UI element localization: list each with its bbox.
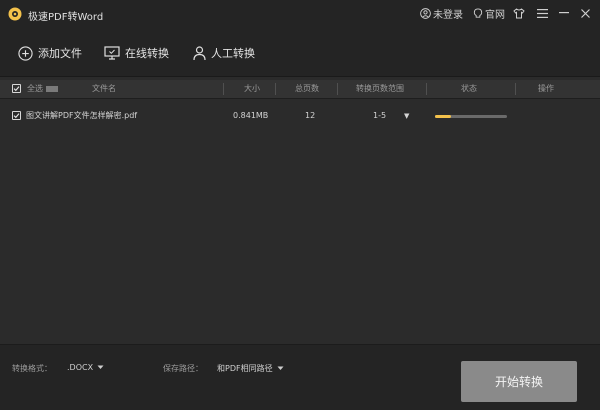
column-divider <box>337 83 338 95</box>
login-label: 未登录 <box>433 10 463 21</box>
column-divider <box>426 83 427 95</box>
table-row[interactable]: 图文讲解PDF文件怎样解密.pdf 0.841MB 12 1-5 ▼ <box>0 106 600 126</box>
add-file-button[interactable]: 添加文件 <box>18 44 82 62</box>
chevron-down-icon <box>277 366 284 370</box>
select-all-indicator <box>46 85 58 92</box>
column-header-filename: 文件名 <box>92 84 116 93</box>
close-icon <box>580 8 590 18</box>
column-header-status: 状态 <box>461 84 477 93</box>
chevron-down-icon <box>97 365 104 369</box>
column-header-size: 大小 <box>244 84 260 93</box>
select-all-label: 全选 <box>27 80 58 98</box>
row-size: 0.841MB <box>233 111 269 120</box>
add-circle-icon <box>18 45 33 61</box>
manual-convert-label: 人工转换 <box>211 47 255 60</box>
toolbar: 添加文件 在线转换 人工转换 <box>0 28 600 77</box>
select-all-checkbox[interactable] <box>12 84 21 93</box>
column-header-pages: 总页数 <box>295 84 319 93</box>
bulb-icon <box>473 8 483 18</box>
online-convert-label: 在线转换 <box>125 47 169 60</box>
monitor-icon <box>104 46 120 60</box>
online-convert-button[interactable]: 在线转换 <box>104 44 169 62</box>
row-pages: 12 <box>305 111 316 120</box>
app-logo-icon <box>8 7 22 21</box>
row-filename: 图文讲解PDF文件怎样解密.pdf <box>26 111 138 120</box>
page-range-dropdown-icon[interactable]: ▼ <box>404 106 409 126</box>
menu-icon <box>536 8 548 18</box>
column-header-actions: 操作 <box>538 84 554 93</box>
minimize-icon <box>559 12 569 14</box>
add-file-label: 添加文件 <box>38 47 82 60</box>
check-icon <box>13 113 20 119</box>
column-divider <box>515 83 516 95</box>
login-button[interactable]: 未登录 <box>420 6 463 21</box>
person-icon <box>193 45 206 60</box>
start-convert-button[interactable]: 开始转换 <box>461 361 577 402</box>
footer-bar: 转换格式： .DOCX 保存路径： 和PDF相同路径 开始转换 <box>0 344 600 410</box>
skin-button[interactable] <box>511 5 527 21</box>
file-table-header: 全选 文件名 大小 总页数 转换页数范围 状态 操作 <box>0 80 600 99</box>
row-progress-bar <box>435 115 507 118</box>
column-divider <box>223 83 224 95</box>
close-button[interactable] <box>577 5 593 21</box>
format-select[interactable]: .DOCX <box>67 363 104 372</box>
save-path-label: 保存路径： <box>163 364 203 373</box>
shirt-icon <box>513 7 525 18</box>
save-path-select[interactable]: 和PDF相同路径 <box>217 363 284 374</box>
check-icon <box>13 86 20 92</box>
row-progress-fill <box>435 115 451 118</box>
manual-convert-button[interactable]: 人工转换 <box>193 44 255 62</box>
website-button[interactable]: 官网 <box>473 6 505 21</box>
format-label: 转换格式： <box>12 364 52 373</box>
row-checkbox[interactable] <box>12 111 21 120</box>
column-header-page-range: 转换页数范围 <box>356 84 404 93</box>
app-title: 极速PDF转Word <box>28 12 104 23</box>
title-bar: 极速PDF转Word 未登录 官网 <box>0 0 600 28</box>
column-divider <box>275 83 276 95</box>
menu-button[interactable] <box>534 5 550 21</box>
user-icon <box>420 8 431 19</box>
minimize-button[interactable] <box>556 5 572 21</box>
row-page-range[interactable]: 1-5 <box>373 106 386 126</box>
website-label: 官网 <box>485 10 505 21</box>
